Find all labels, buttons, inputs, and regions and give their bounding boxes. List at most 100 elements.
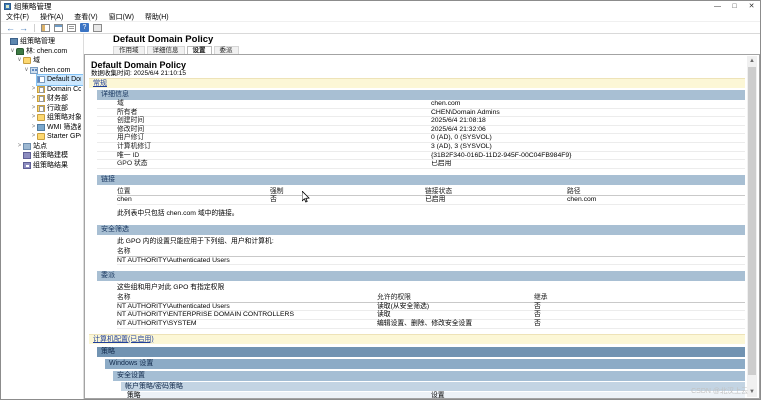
tree-item-label: 财务部 (47, 94, 68, 104)
menu-action[interactable]: 操作(A) (40, 12, 63, 22)
console-icon (10, 38, 18, 45)
section-delegation-header[interactable]: 委派 (97, 271, 745, 281)
tree-item-finance-ou[interactable]: > 财务部 (1, 94, 83, 104)
tree-item-label: 林: chen.com (26, 47, 67, 57)
domain-icon (30, 67, 38, 74)
tab-bar: 作用域 详细信息 设置 委派 (84, 45, 760, 54)
tree-item-domain-controllers[interactable]: > Domain Controllers (1, 85, 83, 95)
tab-scope[interactable]: 作用域 (113, 46, 145, 54)
section-security-filtering-header[interactable]: 安全筛选 (97, 225, 745, 235)
tree-item-sites[interactable]: > 站点 (1, 142, 83, 152)
gpo-icon (37, 76, 45, 83)
detail-row: 唯一 ID{31B2F340-016D-11D2-945F-00C04FB984… (97, 152, 745, 161)
tree-item-label: 组策略建模 (33, 151, 68, 161)
menu-bar: 文件(F) 操作(A) 查看(V) 窗口(W) 帮助(H) (1, 12, 760, 22)
security-filtering-description: 此 GPO 内的设置只能应用于下列组、用户和计算机: (117, 238, 745, 246)
menu-window[interactable]: 窗口(W) (109, 12, 134, 22)
forest-icon (16, 48, 24, 55)
chevron-down-icon[interactable]: ∨ (23, 66, 30, 76)
table-row: chen 否 已启用 chen.com (117, 196, 745, 205)
tab-settings[interactable]: 设置 (187, 46, 212, 54)
tab-delegation[interactable]: 委派 (214, 46, 239, 54)
console-tree-toggle-icon[interactable] (41, 24, 50, 32)
tree-item-admin-ou[interactable]: >行政部 (1, 104, 83, 114)
vertical-scrollbar[interactable]: ▲ ▼ (747, 56, 757, 397)
detail-row: 用户修订0 (AD), 0 (SYSVOL) (97, 134, 745, 143)
scroll-down-icon[interactable]: ▼ (747, 387, 757, 397)
detail-row: 所有者CHEN\Domain Admins (97, 109, 745, 118)
chevron-down-icon[interactable]: ∨ (9, 47, 16, 57)
back-arrow-icon[interactable]: ← (6, 23, 15, 33)
scroll-up-icon[interactable]: ▲ (747, 56, 757, 66)
chevron-right-icon[interactable]: > (30, 132, 37, 142)
ou-icon (37, 95, 45, 102)
section-windows-settings[interactable]: Windows 设置 (105, 359, 745, 369)
table-row: NT AUTHORITY\Authenticated Users (117, 257, 745, 266)
chevron-right-icon[interactable]: > (30, 85, 37, 95)
ou-icon (37, 105, 45, 112)
results-icon (23, 162, 31, 169)
menu-help[interactable]: 帮助(H) (145, 12, 169, 22)
chevron-right-icon[interactable]: > (30, 94, 37, 104)
result-pane: Default Domain Policy 作用域 详细信息 设置 委派 Def… (84, 34, 760, 399)
security-filtering-table: 名称 NT AUTHORITY\Authenticated Users (117, 248, 745, 265)
tree-item-default-domain-policy[interactable]: Default Domain Policy (1, 75, 83, 85)
links-table: 位置 强制 链接状态 路径 chen 否 已启用 chen.com (117, 188, 745, 205)
new-window-icon[interactable] (93, 24, 102, 32)
section-details-header[interactable]: 详细信息 (97, 90, 745, 100)
security-table-header: 名称 (117, 248, 745, 257)
maximize-button[interactable]: □ (726, 1, 743, 12)
chevron-right-icon[interactable]: > (30, 113, 37, 123)
tree-item-label: Domain Controllers (47, 85, 81, 95)
section-links-header[interactable]: 链接 (97, 175, 745, 185)
detail-row: 创建时间2025/6/4 21:08:18 (97, 117, 745, 126)
tab-details[interactable]: 详细信息 (147, 46, 185, 54)
tree-item-domain-chen[interactable]: ∨ chen.com (1, 66, 83, 76)
export-list-icon[interactable] (54, 24, 63, 32)
chevron-right-icon[interactable]: > (16, 142, 23, 152)
table-row: NT AUTHORITY\SYSTEM 编辑设置、删除、修改安全设置 否 (117, 320, 745, 329)
sites-icon (23, 143, 31, 150)
properties-icon[interactable] (67, 24, 76, 32)
page-title: Default Domain Policy (84, 34, 760, 45)
tree-item-gp-results[interactable]: 组策略结果 (1, 161, 83, 171)
tree-item-gp-modeling[interactable]: 组策略建模 (1, 151, 83, 161)
gpmc-window: 组策略管理 — □ ✕ 文件(F) 操作(A) 查看(V) 窗口(W) 帮助(H… (0, 0, 761, 400)
minimize-button[interactable]: — (709, 1, 726, 12)
ou-icon (37, 86, 45, 93)
chevron-right-icon[interactable]: > (30, 123, 37, 133)
tree-item-starter-gpo[interactable]: >Starter GPO (1, 132, 83, 142)
menu-view[interactable]: 查看(V) (74, 12, 97, 22)
general-link[interactable]: 常规 (93, 80, 107, 87)
tree-item-gpo-objects[interactable]: > 组策略对象 (1, 113, 83, 123)
settings-report: Default Domain Policy 数据收集时间: 2025/6/4 2… (84, 54, 760, 399)
tree-item-domains[interactable]: ∨域 (1, 56, 83, 66)
scrollbar-thumb[interactable] (748, 67, 756, 375)
mouse-cursor (302, 190, 310, 208)
data-collected-timestamp: 数据收集时间: 2025/6/4 21:10:15 (91, 70, 745, 77)
tree-item-wmi-filters[interactable]: >WMI 筛选器 (1, 123, 83, 133)
section-security-settings[interactable]: 安全设置 (113, 371, 745, 381)
menu-file[interactable]: 文件(F) (6, 12, 29, 22)
chevron-right-icon[interactable]: > (30, 104, 37, 114)
section-account-password-policy[interactable]: 帐户策略/密码策略 (121, 382, 745, 391)
tree-item-gpmc-root[interactable]: 组策略管理 (1, 37, 83, 47)
delegation-description: 这些组和用户对此 GPO 有指定权限 (117, 284, 745, 292)
modeling-icon (23, 152, 31, 159)
close-button[interactable]: ✕ (743, 1, 760, 12)
folder-icon (37, 133, 45, 140)
tree-item-forest[interactable]: ∨ 林: chen.com (1, 47, 83, 57)
forward-arrow-icon[interactable]: → (19, 23, 28, 33)
computer-config-link[interactable]: 计算机配置(已启用) (93, 336, 154, 343)
links-note: 此列表中只包括 chen.com 域中的链接。 (117, 210, 745, 218)
tree-item-label: 站点 (33, 142, 47, 152)
tree-item-label: 组策略对象 (47, 113, 81, 123)
detail-row: GPO 状态已启用 (97, 160, 745, 169)
report-title: Default Domain Policy (91, 60, 745, 70)
chevron-down-icon[interactable]: ∨ (16, 56, 23, 66)
tree-item-label: chen.com (40, 66, 70, 76)
section-policies[interactable]: 策略 (97, 347, 745, 357)
help-icon[interactable]: ? (80, 23, 89, 32)
tree-item-label: 域 (33, 56, 40, 66)
toolbar-separator (34, 24, 35, 32)
